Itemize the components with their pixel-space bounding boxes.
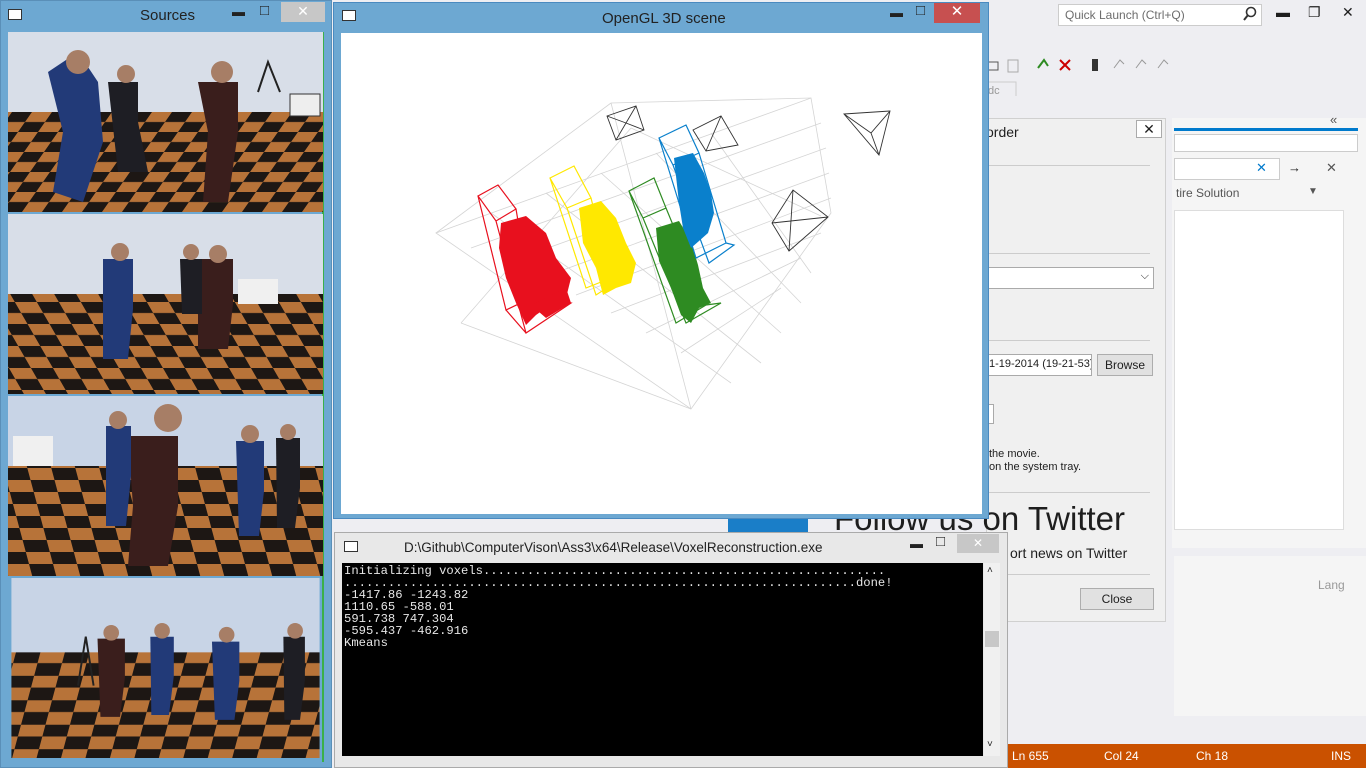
lang-label: Lang	[1318, 578, 1345, 592]
collapse-icon[interactable]: «	[1330, 112, 1337, 127]
browse-button[interactable]: Browse	[1097, 354, 1153, 376]
minimize-button[interactable]: ▬	[910, 536, 923, 551]
window-icon	[8, 9, 22, 20]
twitter-subtext: ort news on Twitter	[1010, 545, 1128, 561]
close-button[interactable]: Close	[1080, 588, 1154, 610]
status-bar: Ln 655 Col 24 Ch 18 INS	[1008, 744, 1366, 768]
close-button[interactable]: ✕	[934, 3, 980, 23]
chevron-down-icon[interactable]: ▼	[1308, 186, 1318, 197]
sources-title: Sources	[140, 7, 196, 24]
solution-dropdown[interactable]	[1174, 134, 1358, 152]
search-icon	[1243, 6, 1257, 21]
status-line: Ln 655	[1012, 749, 1049, 763]
floor-grid	[435, 97, 832, 410]
clear-search-icon[interactable]: ✕	[1256, 160, 1267, 176]
minimize-button[interactable]: ▬	[890, 5, 903, 20]
maximize-button[interactable]: □	[260, 2, 269, 19]
close-button[interactable]: ✕	[281, 2, 325, 22]
vs-close-button[interactable]: ✕	[1342, 4, 1354, 21]
console-line: -595.437 -462.916	[344, 624, 469, 638]
close-button[interactable]: ✕	[957, 534, 999, 553]
panel-close-icon[interactable]: ✕	[1326, 160, 1337, 176]
maximize-button[interactable]: □	[936, 533, 945, 550]
dialog-select[interactable]: ⌵	[986, 267, 1154, 289]
minimize-button[interactable]: ▬	[232, 4, 245, 19]
console-title: D:\Github\ComputerVison\Ass3\x64\Release…	[404, 540, 823, 555]
console-scrollbar[interactable]: ˄ ˅	[984, 563, 1000, 756]
vs-minimize-button[interactable]: ▬	[1276, 4, 1290, 20]
divider	[986, 574, 1150, 575]
window-icon	[342, 10, 356, 21]
camera-view-3	[8, 396, 323, 576]
console-output[interactable]: Initializing voxels.....................…	[342, 563, 983, 756]
solution-tree[interactable]	[1174, 210, 1344, 530]
dialog-title: order	[986, 124, 1019, 140]
camera-view-4	[11, 578, 320, 758]
console-line: Kmeans	[344, 636, 388, 650]
solution-explorer-tab-accent	[1174, 128, 1358, 131]
solution-scrollbar[interactable]	[1346, 320, 1360, 540]
divider	[986, 492, 1150, 493]
vs-toolbar-icons[interactable]: dc	[986, 56, 1186, 96]
dialog-close-icon[interactable]: ✕	[1136, 120, 1162, 138]
opengl-title: OpenGL 3D scene	[602, 10, 726, 27]
camera-view-1	[8, 32, 323, 212]
scroll-thumb[interactable]	[985, 631, 999, 647]
console-icon	[344, 541, 358, 552]
camera-view-2	[8, 214, 323, 394]
search-scope-label[interactable]: tire Solution	[1176, 186, 1239, 200]
status-ch: Ch 18	[1196, 749, 1229, 763]
dialog-note: the movie.	[989, 448, 1040, 460]
divider	[986, 340, 1150, 341]
opengl-scene-canvas[interactable]	[341, 33, 982, 514]
status-ins: INS	[1331, 749, 1352, 763]
dialog-note: on the system tray.	[989, 461, 1082, 473]
vs-restore-button[interactable]: ❐	[1308, 4, 1321, 21]
scroll-down-icon[interactable]: ˅	[987, 739, 993, 750]
maximize-button[interactable]: □	[916, 2, 925, 19]
status-col: Col 24	[1104, 749, 1139, 763]
chevron-down-icon: ⌵	[1140, 270, 1149, 282]
output-path-input[interactable]: 1-19-2014 (19-21-53)	[986, 354, 1092, 376]
arrow-right-icon[interactable]: →	[1288, 160, 1301, 175]
divider	[986, 165, 1150, 166]
scroll-up-icon[interactable]: ˄	[987, 565, 993, 576]
quick-launch-input[interactable]: Quick Launch (Ctrl+Q)	[1058, 4, 1262, 26]
divider	[986, 253, 1150, 254]
svg-text:dc: dc	[988, 85, 1000, 96]
voxel-cluster-red	[477, 184, 573, 334]
